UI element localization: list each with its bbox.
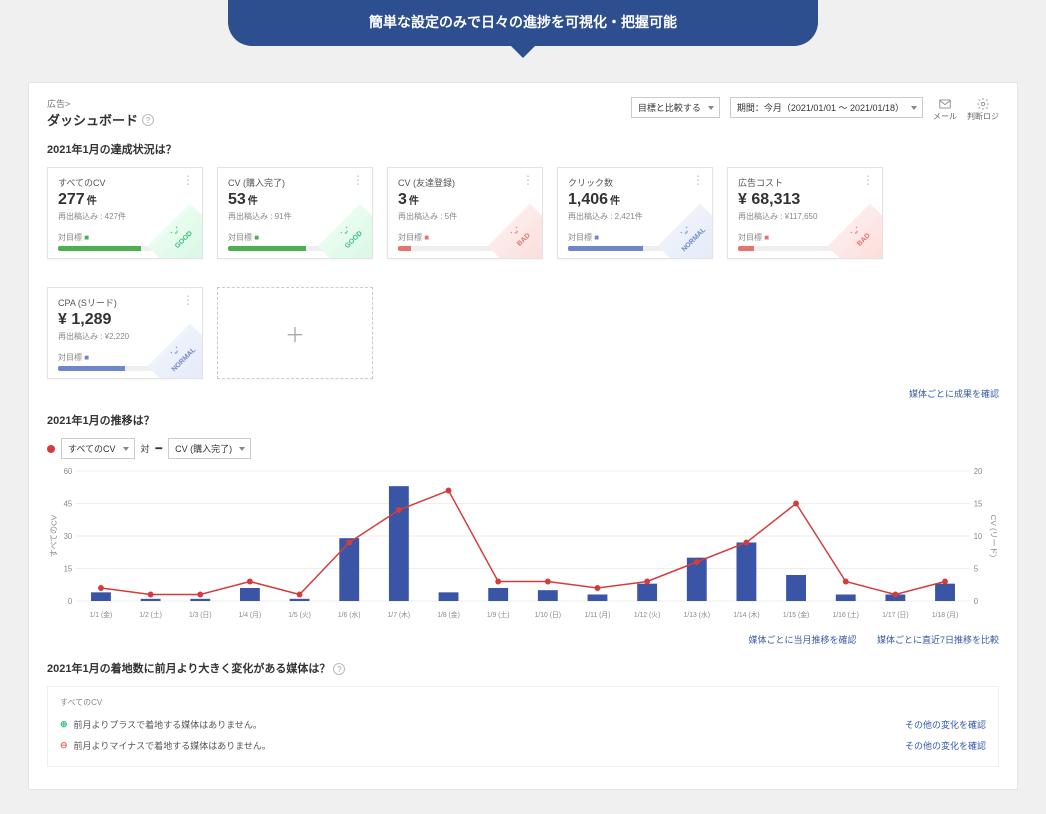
compare-select[interactable]: 目標と比較する [631,97,720,118]
hero-banner: 簡単な設定のみで日々の進捗を可視化・把握可能 [228,0,818,46]
minus-icon: ⊖ [60,740,68,751]
media-result-link[interactable]: 媒体ごとに成果を確認 [909,389,999,399]
kpi-card[interactable]: すべてのCV⋮277件再出稿込み : 427件対目標 ■˙ᵕ˙GOOD [47,167,203,259]
change-section-title: 2021年1月の着地数に前月より大きく変化がある媒体は？ ? [47,660,999,676]
trend-section-title: 2021年1月の推移は？ [47,412,999,428]
change-minus-link[interactable]: その他の変化を確認 [905,739,986,752]
more-icon[interactable]: ⋮ [692,174,704,186]
svg-text:1/8 (金): 1/8 (金) [437,610,460,619]
more-icon[interactable]: ⋮ [182,294,194,306]
kpi-value: 3件 [398,191,532,209]
change-plus-text: 前月よりプラスで着地する媒体はありません。 [74,718,262,731]
svg-text:1/5 (火): 1/5 (火) [288,611,311,619]
svg-text:1/11 (月): 1/11 (月) [585,611,611,619]
change-plus-link[interactable]: その他の変化を確認 [905,718,986,731]
kpi-title: CPA (Sリード) [58,296,192,309]
kpi-cards: すべてのCV⋮277件再出稿込み : 427件対目標 ■˙ᵕ˙GOODCV (購… [47,167,999,379]
svg-text:1/17 (日): 1/17 (日) [882,611,908,619]
svg-text:30: 30 [64,532,73,541]
svg-text:0: 0 [68,597,73,606]
svg-text:1/3 (日): 1/3 (日) [189,611,212,619]
change-minus-text: 前月よりマイナスで着地する媒体はありません。 [74,739,271,752]
plus-icon: ⊕ [60,719,68,730]
svg-text:60: 60 [64,467,73,476]
svg-text:15: 15 [64,564,73,573]
trend-chart: 0 15 30 45 60 0 5 10 15 20 すべてのCV CV (リード) 1/1 (金) 1/… [47,465,999,625]
kpi-card[interactable]: CV (友達登録)⋮3件再出稿込み : 5件対目標 ■˙ᵕ˙BAD [387,167,543,259]
more-icon[interactable]: ⋮ [862,174,874,186]
more-icon[interactable]: ⋮ [182,174,194,186]
gear-icon [976,97,990,111]
kpi-value: 277件 [58,191,192,209]
svg-text:1/12 (火): 1/12 (火) [634,611,660,619]
svg-text:0: 0 [974,597,979,606]
kpi-card[interactable]: クリック数⋮1,406件再出稿込み : 2,421件対目標 ■˙ᵕ˙NORMAL [557,167,713,259]
trend-right-select[interactable]: CV (購入完了) [168,438,251,459]
svg-text:1/16 (土): 1/16 (土) [833,610,859,619]
kpi-value: 53件 [228,191,362,209]
change-subhead: すべてのCV [60,697,986,708]
kpi-title: CV (購入完了) [228,176,362,189]
more-icon[interactable]: ⋮ [522,174,534,186]
trend-media-link[interactable]: 媒体ごとに当月推移を確認 [748,635,856,645]
kpi-value: 1,406件 [568,191,702,209]
svg-text:20: 20 [974,467,983,476]
kpi-card[interactable]: 広告コスト⋮¥ 68,313再出稿込み : ¥117,650対目標 ■˙ᵕ˙BA… [727,167,883,259]
svg-text:1/13 (水): 1/13 (水) [684,610,710,619]
svg-text:15: 15 [974,499,983,508]
svg-text:1/7 (木): 1/7 (木) [388,610,411,619]
more-icon[interactable]: ⋮ [352,174,364,186]
mail-button[interactable]: メール [933,97,957,122]
mail-icon [938,97,952,111]
settings-button[interactable]: 判断ロジ [967,97,999,122]
series-dot-icon [47,445,55,453]
svg-text:1/2 (土): 1/2 (土) [139,610,162,619]
kpi-title: CV (友達登録) [398,176,532,189]
kpi-value: ¥ 1,289 [58,311,192,329]
svg-text:1/14 (木): 1/14 (木) [733,610,759,619]
progress-section-title: 2021年1月の達成状況は？ [47,141,999,157]
kpi-title: すべてのCV [58,176,192,189]
trend-join-label: 対 [141,442,150,455]
kpi-card[interactable]: CPA (Sリード)⋮¥ 1,289再出稿込み : ¥2,220対目標 ■˙ᵕ˙… [47,287,203,379]
svg-text:1/4 (月): 1/4 (月) [239,611,262,619]
svg-text:1/18 (月): 1/18 (月) [932,611,958,619]
page-title: ダッシュボード ? [47,110,154,129]
kpi-title: クリック数 [568,176,702,189]
trend-7d-link[interactable]: 媒体ごとに直近7日推移を比較 [877,635,999,645]
help-icon[interactable]: ? [333,663,345,675]
svg-text:1/6 (水): 1/6 (水) [338,610,361,619]
add-card-button[interactable]: ＋ [217,287,373,379]
kpi-card[interactable]: CV (購入完了)⋮53件再出稿込み : 91件対目標 ■˙ᵕ˙GOOD [217,167,373,259]
trend-left-select[interactable]: すべてのCV [61,438,135,459]
svg-text:1/10 (日): 1/10 (日) [535,611,561,619]
svg-text:CV (リード): CV (リード) [989,515,998,558]
kpi-title: 広告コスト [738,176,872,189]
svg-text:45: 45 [64,499,73,508]
svg-text:1/15 (金): 1/15 (金) [783,610,809,619]
kpi-value: ¥ 68,313 [738,191,872,209]
svg-text:10: 10 [974,532,983,541]
dashboard-panel: 広告> ダッシュボード ? 目標と比較する 期間：今月（2021/01/01 ～… [28,82,1018,790]
svg-text:すべてのCV: すべてのCV [50,514,59,557]
svg-text:1/9 (土): 1/9 (土) [487,610,510,619]
period-select[interactable]: 期間：今月（2021/01/01 ～ 2021/01/18） [730,97,923,118]
help-icon[interactable]: ? [142,114,154,126]
change-box: すべてのCV ⊕前月よりプラスで着地する媒体はありません。 その他の変化を確認 … [47,686,999,767]
svg-text:5: 5 [974,564,979,573]
breadcrumb: 広告> [47,97,154,110]
svg-text:1/1 (金): 1/1 (金) [90,610,113,619]
